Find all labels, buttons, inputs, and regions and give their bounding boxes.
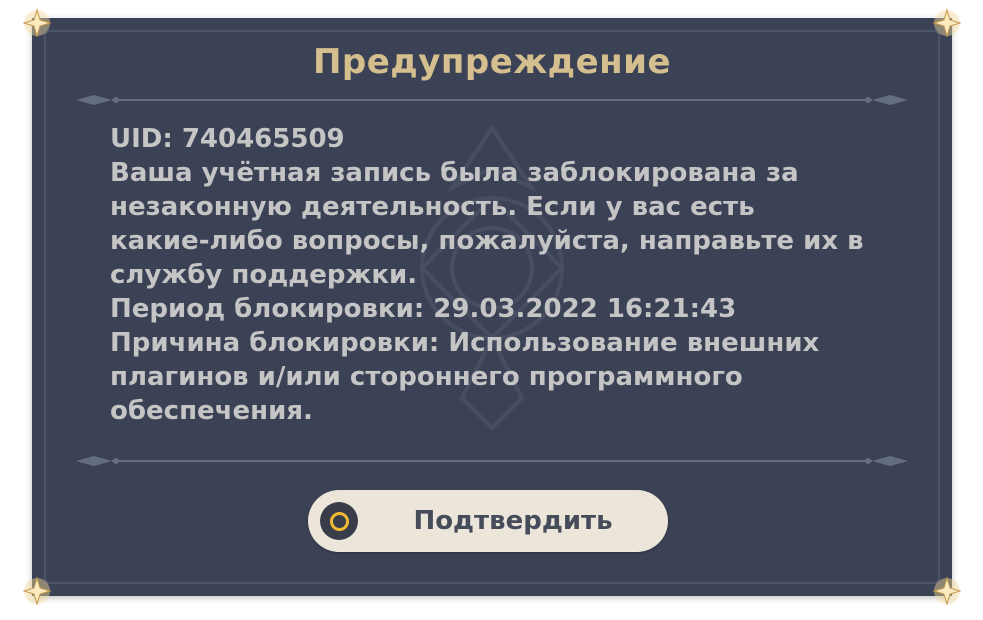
ban-reason-line: плагинов и/или стороннего программного [110,362,743,392]
message-line: службу поддержки. [110,260,418,290]
corner-star-icon [22,8,52,38]
confirm-button-label: Подтвердить [413,506,613,536]
dialog-message: UID: 740465509 Ваша учётная запись была … [110,122,890,428]
ornamental-divider-bottom [76,456,908,466]
ornamental-divider-top [76,95,908,105]
ban-period-line: Период блокировки: 29.03.2022 16:21:43 [110,294,737,324]
dialog-title: Предупреждение [312,42,672,82]
message-line: Ваша учётная запись была заблокирована з… [110,158,799,188]
message-line: незаконную деятельность. Если у вас есть [110,192,755,222]
ban-warning-dialog: Предупреждение UID: 740465509 Ваша учётн… [22,8,962,606]
confirm-button[interactable]: Подтвердить [308,490,668,552]
ban-reason-line: обеспечения. [110,396,313,426]
uid-line: UID: 740465509 [110,124,345,154]
message-line: какие-либо вопросы, пожалуйста, направьт… [110,226,864,256]
corner-star-icon [932,8,962,38]
corner-star-icon [22,576,52,606]
confirm-circle-icon [320,502,358,540]
corner-star-icon [932,576,962,606]
ban-reason-line: Причина блокировки: Использование внешни… [110,328,820,358]
